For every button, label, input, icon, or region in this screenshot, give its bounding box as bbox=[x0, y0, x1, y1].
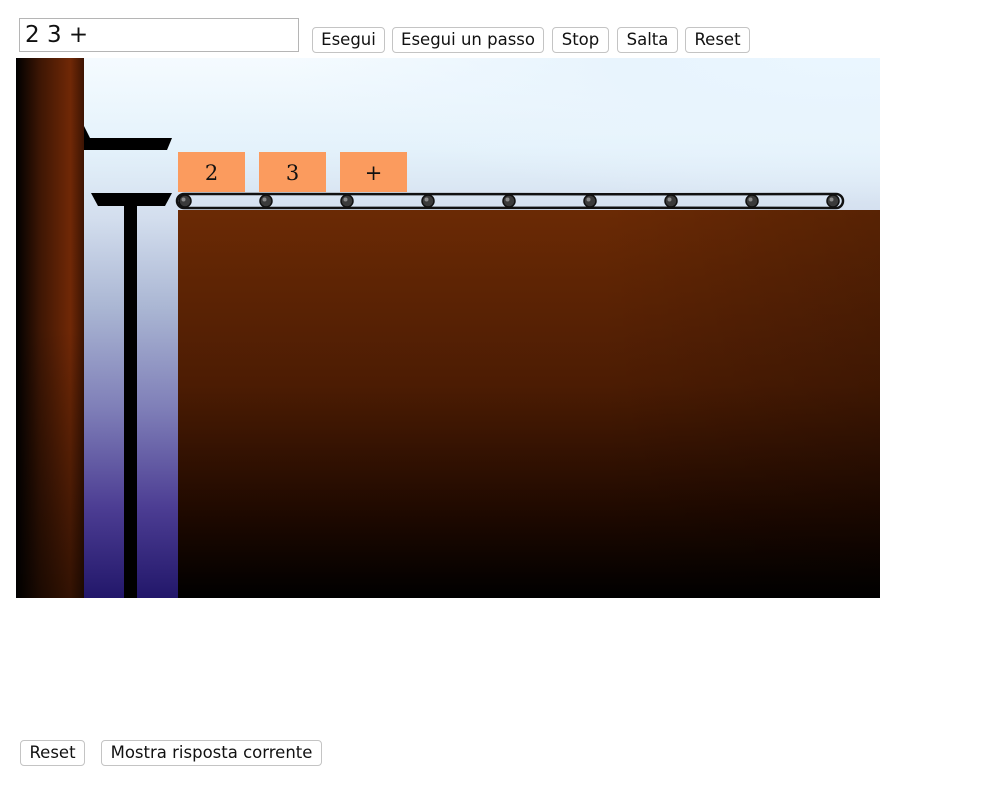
conveyor-roller bbox=[664, 194, 678, 208]
conveyor-roller bbox=[826, 194, 840, 208]
machine-graphics bbox=[84, 126, 845, 598]
conveyor-roller-highlight bbox=[586, 197, 591, 202]
token-box: + bbox=[340, 152, 407, 192]
conveyor-roller bbox=[583, 194, 597, 208]
elevator-platform bbox=[91, 193, 172, 206]
elevator-pole bbox=[124, 206, 137, 598]
conveyor-roller-highlight bbox=[667, 197, 672, 202]
conveyor-roller bbox=[421, 194, 435, 208]
upper-shelf bbox=[84, 126, 172, 150]
conveyor-belt bbox=[175, 192, 845, 210]
conveyor-roller bbox=[745, 194, 759, 208]
conveyor-roller-highlight bbox=[505, 197, 510, 202]
conveyor-roller-highlight bbox=[181, 197, 186, 202]
skip-button[interactable]: Salta bbox=[617, 27, 678, 53]
token-box: 2 bbox=[178, 152, 245, 192]
conveyor-belt-top bbox=[183, 192, 837, 196]
conveyor-roller bbox=[259, 194, 273, 208]
footer-bar: Reset Mostra risposta corrente bbox=[0, 730, 1000, 780]
expression-input[interactable] bbox=[19, 18, 299, 52]
step-button[interactable]: Esegui un passo bbox=[392, 27, 544, 53]
conveyor-roller bbox=[340, 194, 354, 208]
conveyor-roller bbox=[502, 194, 516, 208]
conveyor-rollers bbox=[178, 194, 840, 208]
toolbar: Esegui Esegui un passo Stop Salta Reset bbox=[0, 0, 1000, 58]
token-box: 3 bbox=[259, 152, 326, 192]
reset-all-button[interactable]: Reset bbox=[20, 740, 85, 766]
run-button[interactable]: Esegui bbox=[312, 27, 385, 53]
reset-button[interactable]: Reset bbox=[685, 27, 750, 53]
conveyor-roller-highlight bbox=[424, 197, 429, 202]
conveyor-roller-highlight bbox=[262, 197, 267, 202]
show-current-answer-button[interactable]: Mostra risposta corrente bbox=[101, 740, 322, 766]
conveyor-roller-highlight bbox=[748, 197, 753, 202]
conveyor-roller bbox=[178, 194, 192, 208]
stack-machine-scene: 2 3 + bbox=[16, 58, 880, 598]
conveyor-belt-bottom bbox=[183, 206, 837, 210]
conveyor-roller-highlight bbox=[343, 197, 348, 202]
stop-button[interactable]: Stop bbox=[552, 27, 609, 53]
conveyor-roller-highlight bbox=[829, 197, 834, 202]
